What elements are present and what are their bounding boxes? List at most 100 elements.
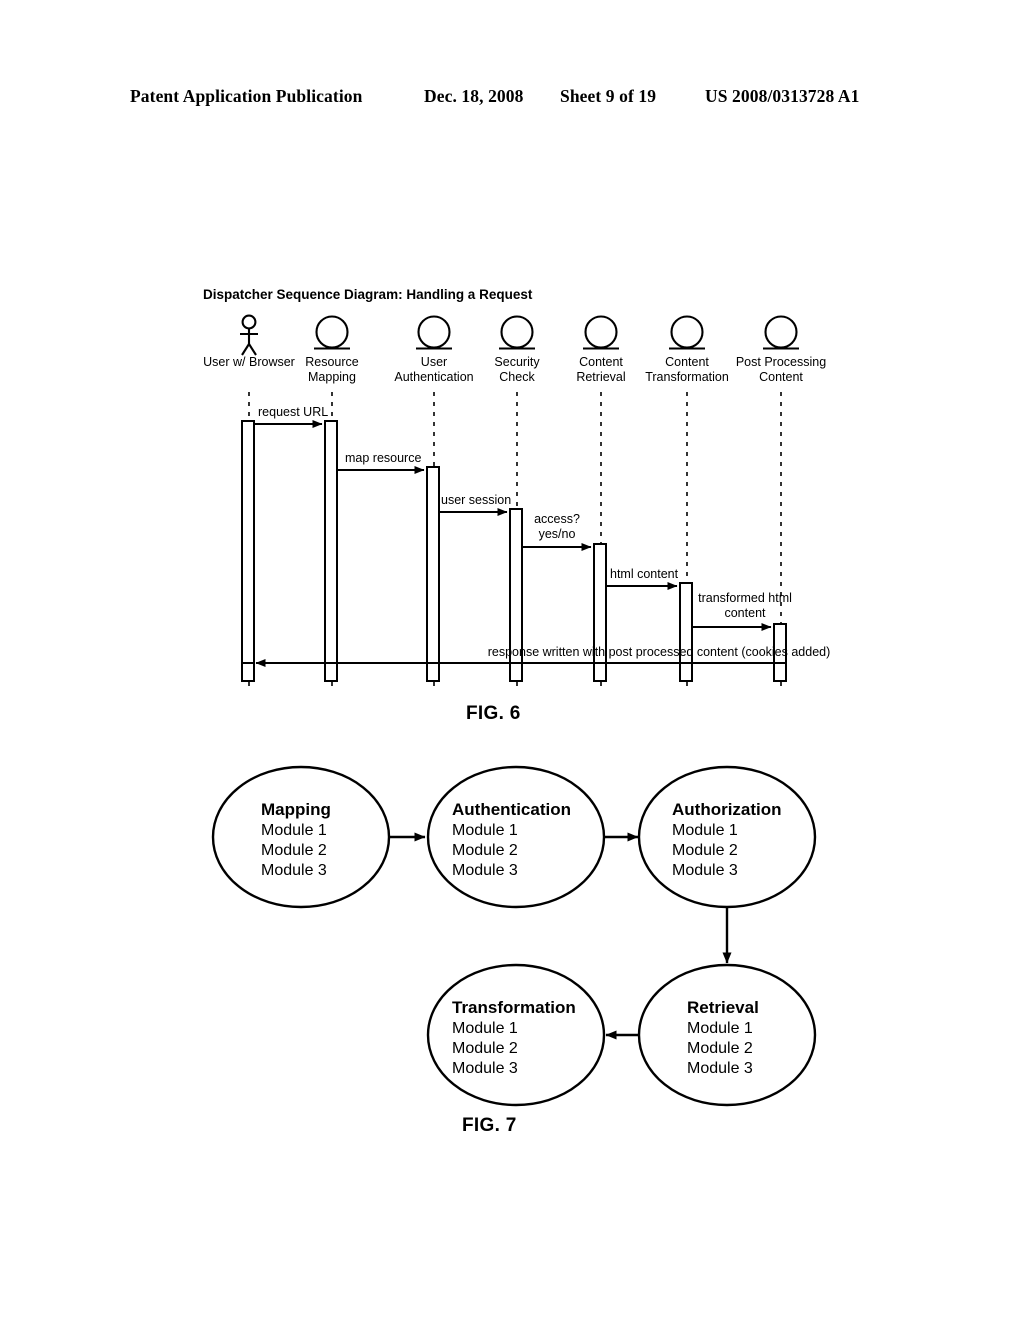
fig6-title: Dispatcher Sequence Diagram: Handling a … [203, 287, 533, 302]
terminator-post-processing-content [773, 662, 787, 682]
node-ellipse-authorization[interactable] [637, 765, 817, 909]
header-patent-number: US 2008/0313728 A1 [705, 86, 860, 106]
header-publication-title: Patent Application Publication [130, 86, 363, 106]
actor-icon [240, 314, 258, 356]
message-access-yes-no: access? yes/no [522, 512, 592, 551]
activation-resource-mapping [324, 420, 338, 668]
terminator-resource-mapping [324, 662, 338, 682]
lifeline-head-security-check: Security Check [494, 315, 540, 384]
lifeline-dashes [248, 392, 782, 690]
object-circle-icon [416, 315, 452, 350]
lifeline-label-content-retrieval-line2: Retrieval [576, 370, 625, 384]
message-label-map-resource: map resource [345, 451, 421, 465]
node-item-authorization-3: Module 3 [672, 862, 738, 879]
lifeline-head-post-processing-content: Post Processing Content [736, 315, 826, 384]
message-label-user-session: user session [441, 493, 511, 507]
node-item-authorization-2: Module 2 [672, 842, 738, 859]
lifeline-label-resource-mapping-line2: Mapping [308, 370, 356, 384]
message-response-written: response written with post processed con… [255, 645, 831, 667]
object-circle-icon [314, 315, 350, 350]
message-label-transformed-html-line1: transformed html [698, 591, 792, 605]
node-title-mapping: Mapping [261, 800, 331, 819]
figure-6-caption: FIG. 6 [466, 703, 521, 724]
fig7-node-mapping[interactable]: Mapping Module 1 Module 2 Module 3 [211, 765, 391, 909]
activation-content-transformation [679, 582, 693, 668]
message-label-transformed-html-line2: content [724, 606, 766, 620]
message-label-request-url: request URL [258, 405, 328, 419]
object-circle-icon [583, 315, 619, 350]
lifeline-label-post-processing-content-line1: Post Processing [736, 355, 826, 369]
lifeline-label-content-transformation-line1: Content [665, 355, 709, 369]
lifeline-terminators [241, 662, 787, 682]
object-circle-icon [499, 315, 535, 350]
lifeline-label-content-transformation-line2: Transformation [645, 370, 729, 384]
header-publication-date: Dec. 18, 2008 [424, 86, 524, 106]
activation-post-processing-content [773, 623, 787, 668]
node-ellipse-authentication[interactable] [426, 765, 606, 909]
node-item-mapping-2: Module 2 [261, 842, 327, 859]
node-item-transformation-1: Module 1 [452, 1020, 518, 1037]
page-header: Patent Application Publication Dec. 18, … [0, 86, 1024, 112]
node-item-authorization-1: Module 1 [672, 822, 738, 839]
message-request-url: request URL [254, 405, 328, 428]
node-item-authentication-1: Module 1 [452, 822, 518, 839]
node-item-authentication-3: Module 3 [452, 862, 518, 879]
message-transformed-html-content: transformed html content [692, 591, 792, 631]
header-sheet-number: Sheet 9 of 19 [560, 86, 657, 106]
message-label-access-line1: access? [534, 512, 580, 526]
node-item-mapping-1: Module 1 [261, 822, 327, 839]
node-item-transformation-2: Module 2 [452, 1040, 518, 1057]
lifeline-head-content-transformation: Content Transformation [645, 315, 729, 384]
fig7-node-retrieval[interactable]: Retrieval Module 1 Module 2 Module 3 [637, 963, 817, 1107]
lifeline-head-resource-mapping: Resource Mapping [305, 315, 359, 384]
figure-6-sequence-diagram: Dispatcher Sequence Diagram: Handling a … [0, 0, 1024, 760]
message-label-access-line2: yes/no [539, 527, 576, 541]
terminator-content-transformation [679, 662, 693, 682]
lifeline-label-security-check-line1: Security [494, 355, 540, 369]
fig7-node-authentication[interactable]: Authentication Module 1 Module 2 Module … [426, 765, 606, 909]
lifeline-label-security-check-line2: Check [499, 370, 535, 384]
message-user-session: user session [439, 493, 511, 516]
node-title-authorization: Authorization [672, 800, 782, 819]
fig7-node-transformation[interactable]: Transformation Module 1 Module 2 Module … [426, 963, 606, 1107]
message-html-content: html content [606, 567, 679, 590]
activation-security-check [509, 508, 523, 668]
node-title-retrieval: Retrieval [687, 998, 759, 1017]
object-circle-icon [763, 315, 799, 350]
message-map-resource: map resource [337, 451, 425, 474]
message-label-html-content: html content [610, 567, 679, 581]
terminator-user-w-browser [241, 662, 255, 682]
node-ellipse-mapping[interactable] [211, 765, 391, 909]
node-item-retrieval-1: Module 1 [687, 1020, 753, 1037]
terminator-security-check [509, 662, 523, 682]
lifeline-label-user-authentication-line2: Authentication [394, 370, 473, 384]
node-item-authentication-2: Module 2 [452, 842, 518, 859]
lifeline-head-user-w-browser: User w/ Browser [203, 314, 295, 369]
terminator-content-retrieval [593, 662, 607, 682]
node-item-retrieval-3: Module 3 [687, 1060, 753, 1077]
node-item-retrieval-2: Module 2 [687, 1040, 753, 1057]
lifeline-label-content-retrieval-line1: Content [579, 355, 623, 369]
node-ellipse-transformation[interactable] [426, 963, 606, 1107]
lifeline-head-content-retrieval: Content Retrieval [576, 315, 626, 384]
lifeline-head-user-authentication: User Authentication [394, 315, 474, 384]
figure-7-caption: FIG. 7 [462, 1115, 517, 1136]
activation-content-retrieval [593, 543, 607, 668]
activation-user-authentication [426, 466, 440, 668]
node-title-transformation: Transformation [452, 998, 576, 1017]
node-item-mapping-3: Module 3 [261, 862, 327, 879]
figure-6-canvas: Dispatcher Sequence Diagram: Handling a … [203, 287, 831, 690]
object-circle-icon [669, 315, 705, 350]
fig7-node-authorization[interactable]: Authorization Module 1 Module 2 Module 3 [637, 765, 817, 909]
lifeline-label-user-authentication-line1: User [421, 355, 447, 369]
lifeline-label-resource-mapping-line1: Resource [305, 355, 359, 369]
message-label-response-written: response written with post processed con… [488, 645, 831, 659]
node-ellipse-retrieval[interactable] [637, 963, 817, 1107]
activation-user-w-browser [241, 420, 255, 668]
activation-bars [241, 420, 787, 668]
lifeline-label-user-w-browser: User w/ Browser [203, 355, 295, 369]
terminator-user-authentication [426, 662, 440, 682]
node-title-authentication: Authentication [452, 800, 571, 819]
lifeline-label-post-processing-content-line2: Content [759, 370, 803, 384]
fig7-edges [390, 832, 732, 1040]
